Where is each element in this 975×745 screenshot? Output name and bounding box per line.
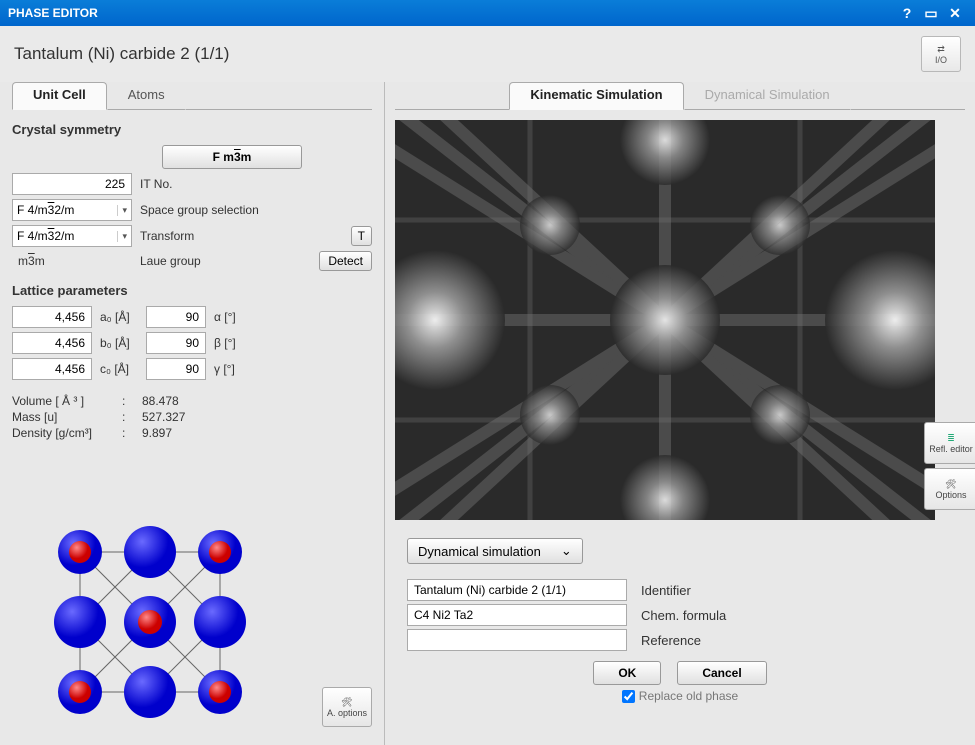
crystal-structure-view[interactable]	[50, 522, 250, 727]
io-button[interactable]: ⇄ I/O	[921, 36, 961, 72]
cancel-button[interactable]: Cancel	[677, 661, 766, 685]
b0-label: b₀ [Å]	[100, 336, 138, 350]
beta-input[interactable]	[146, 332, 206, 354]
identifier-label: Identifier	[641, 583, 691, 598]
c0-input[interactable]	[12, 358, 92, 380]
header: Tantalum (Ni) carbide 2 (1/1) ⇄ I/O	[0, 26, 975, 82]
alpha-input[interactable]	[146, 306, 206, 328]
identifier-input[interactable]	[407, 579, 627, 601]
list-icon: ≣	[947, 433, 955, 444]
tab-dynamical[interactable]: Dynamical Simulation	[684, 82, 851, 110]
window-title: PHASE EDITOR	[8, 6, 895, 20]
formula-label: Chem. formula	[641, 608, 726, 623]
beta-label: β [°]	[214, 336, 236, 350]
tab-unit-cell[interactable]: Unit Cell	[12, 82, 107, 110]
spacegroup-button[interactable]: F m3m	[162, 145, 302, 169]
wrench-icon: 🛠	[945, 479, 956, 490]
left-panel: Unit Cell Atoms Crystal symmetry F m3m I…	[0, 82, 385, 745]
b0-input[interactable]	[12, 332, 92, 354]
page-title: Tantalum (Ni) carbide 2 (1/1)	[14, 44, 921, 64]
a0-input[interactable]	[12, 306, 92, 328]
tab-kinematic[interactable]: Kinematic Simulation	[509, 82, 683, 110]
c0-label: c₀ [Å]	[100, 362, 138, 376]
gamma-label: γ [°]	[214, 362, 235, 376]
density-label: Density [g/cm³]	[12, 426, 122, 440]
tab-atoms[interactable]: Atoms	[107, 82, 186, 110]
minimize-icon[interactable]: ▭	[919, 3, 943, 23]
mass-value: 527.327	[142, 410, 185, 424]
volume-label: Volume [ Å ³ ]	[12, 394, 122, 408]
titlebar: PHASE EDITOR ? ▭ ✕	[0, 0, 975, 26]
swap-icon: ⇄	[937, 44, 945, 55]
reference-input[interactable]	[407, 629, 627, 651]
it-number-input[interactable]	[12, 173, 132, 195]
help-icon[interactable]: ?	[895, 3, 919, 23]
close-icon[interactable]: ✕	[943, 3, 967, 23]
simulation-image[interactable]	[395, 120, 935, 520]
spacegroup-select-2[interactable]: F 4/m32/m▾	[12, 225, 132, 247]
options-button[interactable]: 🛠 Options	[924, 468, 975, 510]
a0-label: a₀ [Å]	[100, 310, 138, 324]
gamma-input[interactable]	[146, 358, 206, 380]
chevron-down-icon: ▾	[117, 205, 127, 216]
spacegroup-label: Space group selection	[140, 203, 259, 217]
formula-input[interactable]	[407, 604, 627, 626]
transform-label: Transform	[140, 229, 194, 243]
chevron-down-icon: ▾	[117, 231, 127, 242]
alpha-label: α [°]	[214, 310, 236, 324]
refl-editor-button[interactable]: ≣ Refl. editor	[924, 422, 975, 464]
replace-old-phase-checkbox[interactable]	[622, 690, 635, 703]
chevron-down-icon: ⌄	[561, 543, 572, 559]
it-number-label: IT No.	[140, 177, 172, 191]
reference-label: Reference	[641, 633, 701, 648]
atom-options-button[interactable]: 🛠 A. options	[322, 687, 372, 727]
spacegroup-select-1[interactable]: F 4/m32/m▾	[12, 199, 132, 221]
mass-label: Mass [u]	[12, 410, 122, 424]
transform-button[interactable]: T	[351, 226, 372, 246]
simulation-mode-dropdown[interactable]: Dynamical simulation ⌄	[407, 538, 583, 564]
wrench-icon: 🛠	[341, 697, 352, 708]
lattice-heading: Lattice parameters	[12, 283, 372, 298]
ok-button[interactable]: OK	[593, 661, 661, 685]
detect-button[interactable]: Detect	[319, 251, 372, 271]
density-value: 9.897	[142, 426, 172, 440]
volume-value: 88.478	[142, 394, 179, 408]
crystal-symmetry-heading: Crystal symmetry	[12, 122, 372, 137]
laue-value: m3m	[12, 254, 132, 268]
replace-old-phase-label: Replace old phase	[639, 689, 738, 703]
right-panel: Kinematic Simulation Dynamical Simulatio…	[385, 82, 975, 745]
laue-label: Laue group	[140, 254, 201, 268]
